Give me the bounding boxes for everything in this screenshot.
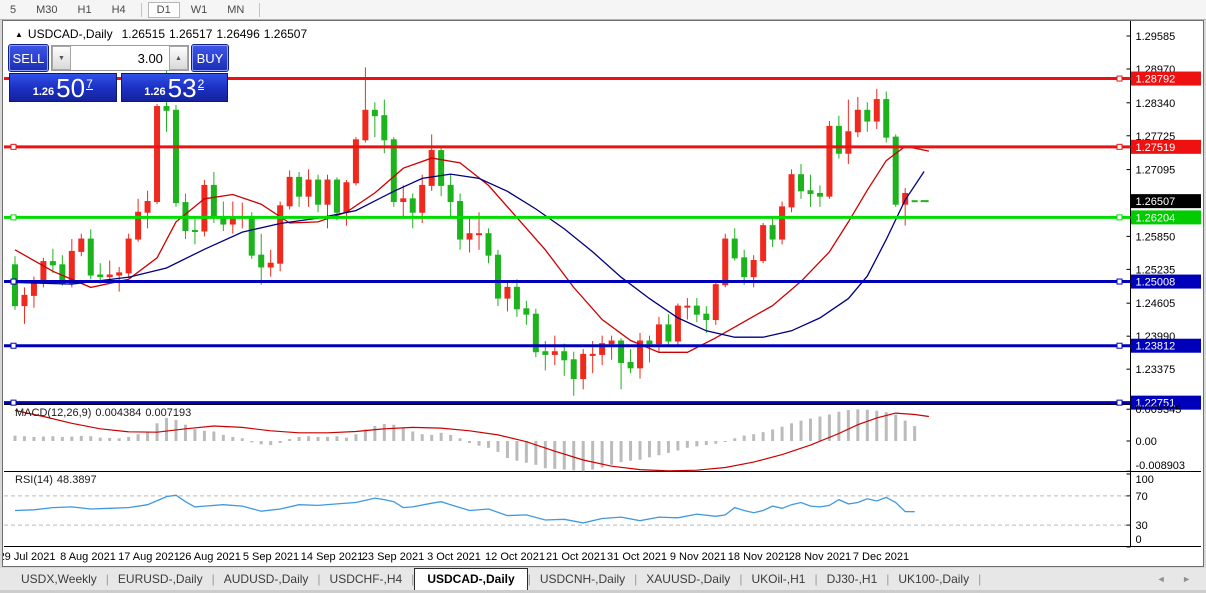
svg-text:1.28340: 1.28340 xyxy=(1136,98,1176,110)
rsi-indicator-label: RSI(14) 48.3897 xyxy=(15,474,101,486)
sell-button[interactable]: SELL xyxy=(9,45,48,71)
volume-input[interactable] xyxy=(71,46,169,70)
sell-price-pip: 7 xyxy=(86,79,93,90)
volume-decrease-button[interactable]: ▼ xyxy=(52,46,71,70)
sell-price-main: 50 xyxy=(56,76,85,100)
sell-price-display[interactable]: 1.26 50 7 xyxy=(9,73,117,102)
timeframe-button-w1[interactable]: W1 xyxy=(182,2,217,18)
svg-text:29 Jul 2021: 29 Jul 2021 xyxy=(3,551,55,563)
svg-text:1.27519: 1.27519 xyxy=(1136,142,1176,154)
volume-increase-button[interactable]: ▲ xyxy=(169,46,188,70)
timeframe-button-d1[interactable]: D1 xyxy=(148,2,180,18)
svg-text:8 Aug 2021: 8 Aug 2021 xyxy=(60,551,116,563)
volume-stepper: ▼ ▲ xyxy=(51,45,189,71)
tab-scroll-arrows[interactable]: ◄ ► xyxy=(1157,574,1198,584)
buy-price-pip: 2 xyxy=(198,79,205,90)
svg-text:1.25850: 1.25850 xyxy=(1136,231,1176,243)
timeframe-toolbar: 5M30H1H4 D1W1MN xyxy=(0,0,1206,20)
svg-text:1.23812: 1.23812 xyxy=(1136,341,1176,353)
symbol-tab-usdcnh-daily[interactable]: USDCNH-,Daily xyxy=(531,568,634,590)
svg-text:12 Oct 2021: 12 Oct 2021 xyxy=(485,551,545,563)
macd-indicator-label: MACD(12,26,9) 0.004384 0.007193 xyxy=(15,407,195,419)
chart-window: 1.295851.289701.283401.277251.270951.258… xyxy=(2,20,1204,567)
timeframe-button-h4[interactable]: H4 xyxy=(103,2,135,18)
macd-name: MACD(12,26,9) xyxy=(15,407,91,419)
macd-value: 0.004384 xyxy=(95,407,141,419)
svg-text:26 Aug 2021: 26 Aug 2021 xyxy=(179,551,241,563)
svg-text:28 Nov 2021: 28 Nov 2021 xyxy=(789,551,851,563)
svg-text:14 Sep 2021: 14 Sep 2021 xyxy=(301,551,363,563)
date-axis[interactable]: 29 Jul 2021 8 Aug 202117 Aug 202126 Aug 2… xyxy=(3,551,909,563)
price-axis[interactable]: 1.295851.289701.283401.277251.270951.258… xyxy=(1127,31,1202,410)
rsi-name: RSI(14) xyxy=(15,474,53,486)
mt4-terminal: 5M30H1H4 D1W1MN 1.295851.289701.283401.27… xyxy=(0,0,1206,593)
buy-price-base: 1.26 xyxy=(144,86,165,98)
symbol-tab-dj30-h1[interactable]: DJ30-,H1 xyxy=(818,568,887,590)
svg-text:1.27095: 1.27095 xyxy=(1136,165,1176,177)
svg-text:30: 30 xyxy=(1136,520,1148,532)
svg-text:1.23375: 1.23375 xyxy=(1136,364,1176,376)
toolbar-separator xyxy=(259,3,260,17)
svg-text:0.00: 0.00 xyxy=(1136,436,1157,448)
svg-text:17 Aug 2021: 17 Aug 2021 xyxy=(118,551,180,563)
symbol-tab-audusd-daily[interactable]: AUDUSD-,Daily xyxy=(215,568,318,590)
svg-text:9 Nov 2021: 9 Nov 2021 xyxy=(670,551,726,563)
symbol-tab-usdx-weekly[interactable]: USDX,Weekly xyxy=(12,568,106,590)
svg-text:0.009345: 0.009345 xyxy=(1136,404,1182,416)
svg-text:23 Sep 2021: 23 Sep 2021 xyxy=(362,551,424,563)
open-value: 1.26515 xyxy=(122,27,165,41)
high-value: 1.26517 xyxy=(169,27,212,41)
chart-symbol-label: USDCAD-,Daily xyxy=(28,27,113,41)
svg-text:1.25008: 1.25008 xyxy=(1136,277,1176,289)
svg-text:1.26507: 1.26507 xyxy=(1136,196,1176,208)
close-value: 1.26507 xyxy=(264,27,307,41)
svg-text:1.26204: 1.26204 xyxy=(1136,212,1176,224)
symbol-tab-eurusd-daily[interactable]: EURUSD-,Daily xyxy=(109,568,212,590)
svg-text:7 Dec 2021: 7 Dec 2021 xyxy=(853,551,909,563)
svg-text:1.28792: 1.28792 xyxy=(1136,74,1176,86)
timeframe-button-m30[interactable]: M30 xyxy=(27,2,66,18)
svg-text:5 Sep 2021: 5 Sep 2021 xyxy=(243,551,299,563)
timeframe-button-5[interactable]: 5 xyxy=(1,2,25,18)
svg-text:31 Oct 2021: 31 Oct 2021 xyxy=(607,551,667,563)
symbol-tab-usdcad-daily[interactable]: USDCAD-,Daily xyxy=(414,568,527,590)
chart-header: ▲ USDCAD-,Daily 1.265151.265171.264961.2… xyxy=(15,27,307,41)
buy-price-display[interactable]: 1.26 53 2 xyxy=(121,73,229,102)
symbol-tab-ukoil-h1[interactable]: UKOil-,H1 xyxy=(742,568,814,590)
collapse-triangle-icon[interactable]: ▲ xyxy=(15,30,23,39)
sell-price-base: 1.26 xyxy=(33,86,54,98)
timeframe-button-h1[interactable]: H1 xyxy=(69,2,101,18)
toolbar-separator xyxy=(141,3,142,17)
symbol-tab-xauusd-daily[interactable]: XAUUSD-,Daily xyxy=(637,568,739,590)
svg-text:21 Oct 2021: 21 Oct 2021 xyxy=(546,551,606,563)
symbol-tab-uk100-daily[interactable]: UK100-,Daily xyxy=(889,568,978,590)
tab-separator: | xyxy=(978,568,981,590)
buy-price-main: 53 xyxy=(168,76,197,100)
svg-text:100: 100 xyxy=(1136,474,1154,486)
symbol-tab-bar: USDX,Weekly|EURUSD-,Daily|AUDUSD-,Daily|… xyxy=(0,568,1206,590)
low-value: 1.26496 xyxy=(216,27,259,41)
rsi-panel: 100 70 30 0 xyxy=(4,474,1154,547)
macd-signal-value: 0.007193 xyxy=(145,407,191,419)
svg-text:18 Nov 2021: 18 Nov 2021 xyxy=(728,551,790,563)
one-click-trade-panel: SELL ▼ ▲ BUY 1.26 50 7 1.26 53 2 xyxy=(9,45,228,102)
timeframe-button-mn[interactable]: MN xyxy=(218,2,253,18)
svg-text:0: 0 xyxy=(1136,534,1142,546)
symbol-tab-usdchf-h4[interactable]: USDCHF-,H4 xyxy=(321,568,412,590)
buy-button[interactable]: BUY xyxy=(192,45,228,71)
svg-text:1.24605: 1.24605 xyxy=(1136,298,1176,310)
svg-text:70: 70 xyxy=(1136,491,1148,503)
svg-text:-0.008903: -0.008903 xyxy=(1136,460,1186,472)
ohlc-readout: 1.26515 1.26517 1.26496 1.26507 xyxy=(118,27,308,41)
svg-text:3 Oct 2021: 3 Oct 2021 xyxy=(427,551,481,563)
svg-text:1.29585: 1.29585 xyxy=(1136,31,1176,43)
rsi-value: 48.3897 xyxy=(57,474,97,486)
